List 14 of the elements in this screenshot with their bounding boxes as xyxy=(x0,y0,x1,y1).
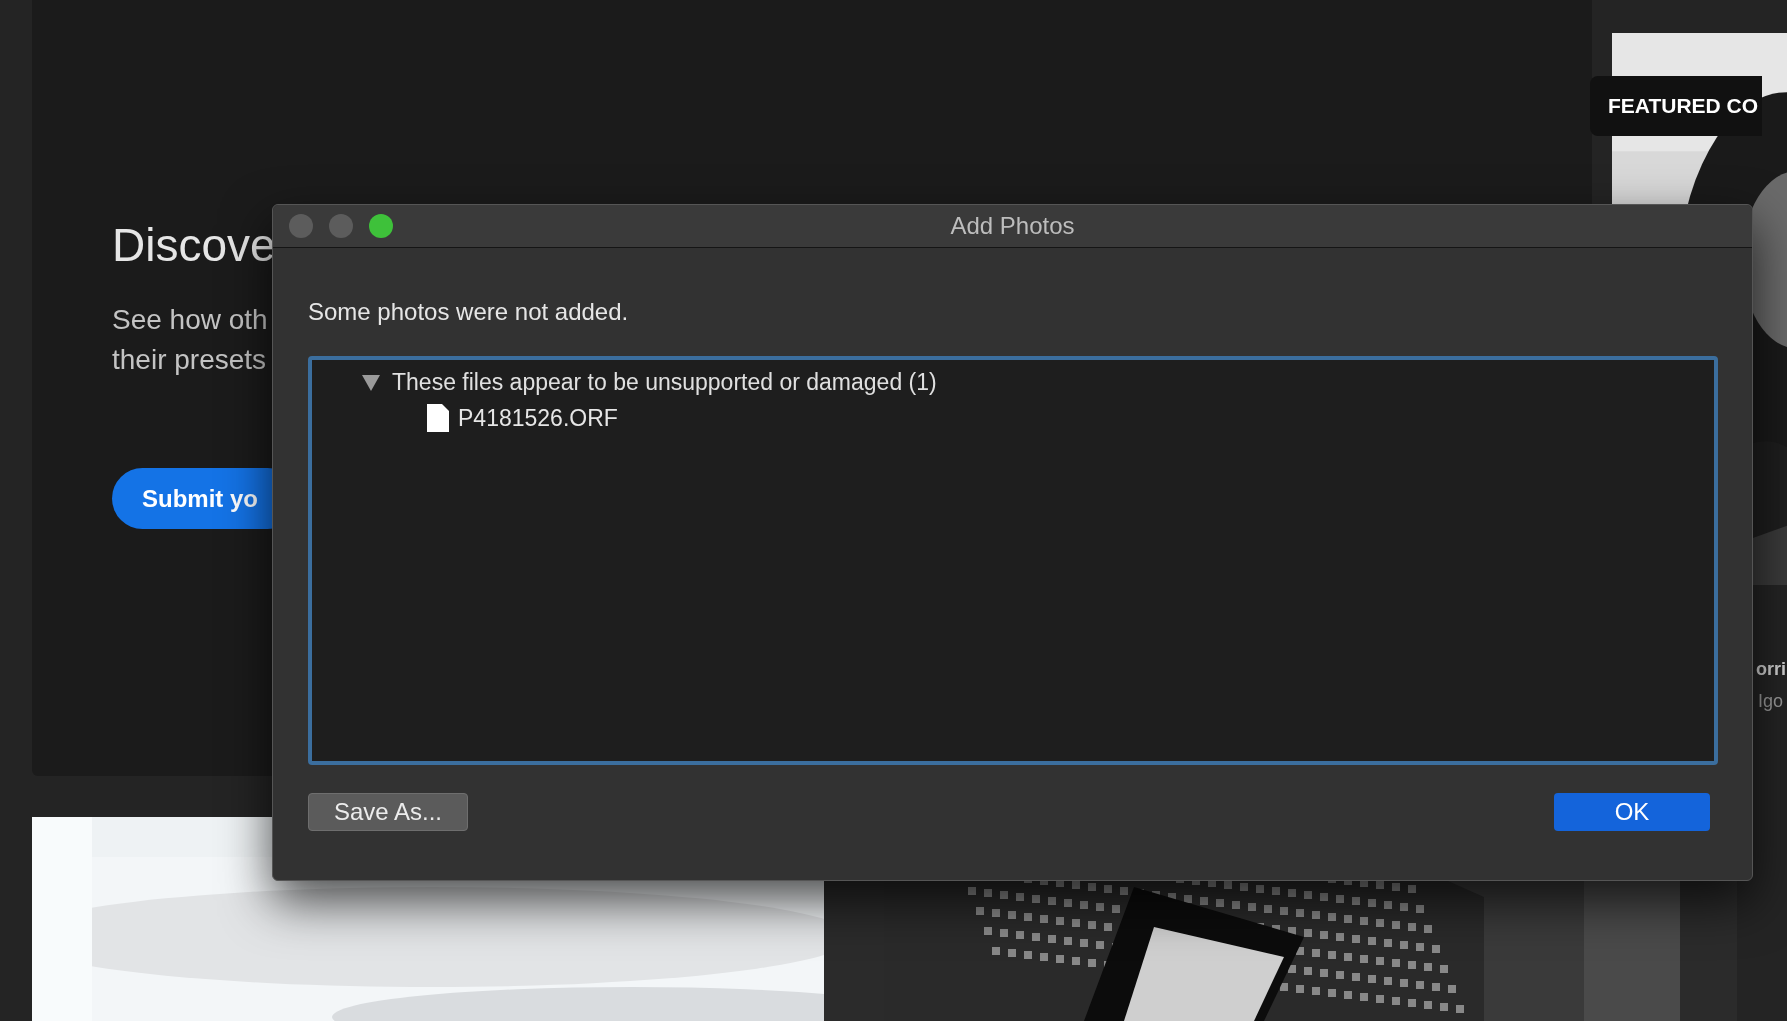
featured-subtitle: Igo xyxy=(1758,690,1784,713)
document-icon xyxy=(427,404,449,432)
window-title: Add Photos xyxy=(950,211,1075,241)
hero-text-line: See how oth xyxy=(112,303,268,337)
dialog-message: Some photos were not added. xyxy=(308,300,630,324)
save-as-button[interactable]: Save As... xyxy=(308,793,468,831)
disclosure-triangle-icon[interactable] xyxy=(362,374,380,391)
group-label: These files appear to be unsupported or damaged (1) xyxy=(392,368,937,398)
featured-badge: FEATURED CO xyxy=(1590,76,1763,136)
file-name[interactable]: P4181526.ORF xyxy=(458,400,618,436)
ok-button[interactable]: OK xyxy=(1554,793,1710,831)
hero-text-line: their presets xyxy=(112,343,268,377)
hero-title: Discove xyxy=(112,222,276,268)
featured-name: orri xyxy=(1756,658,1786,681)
